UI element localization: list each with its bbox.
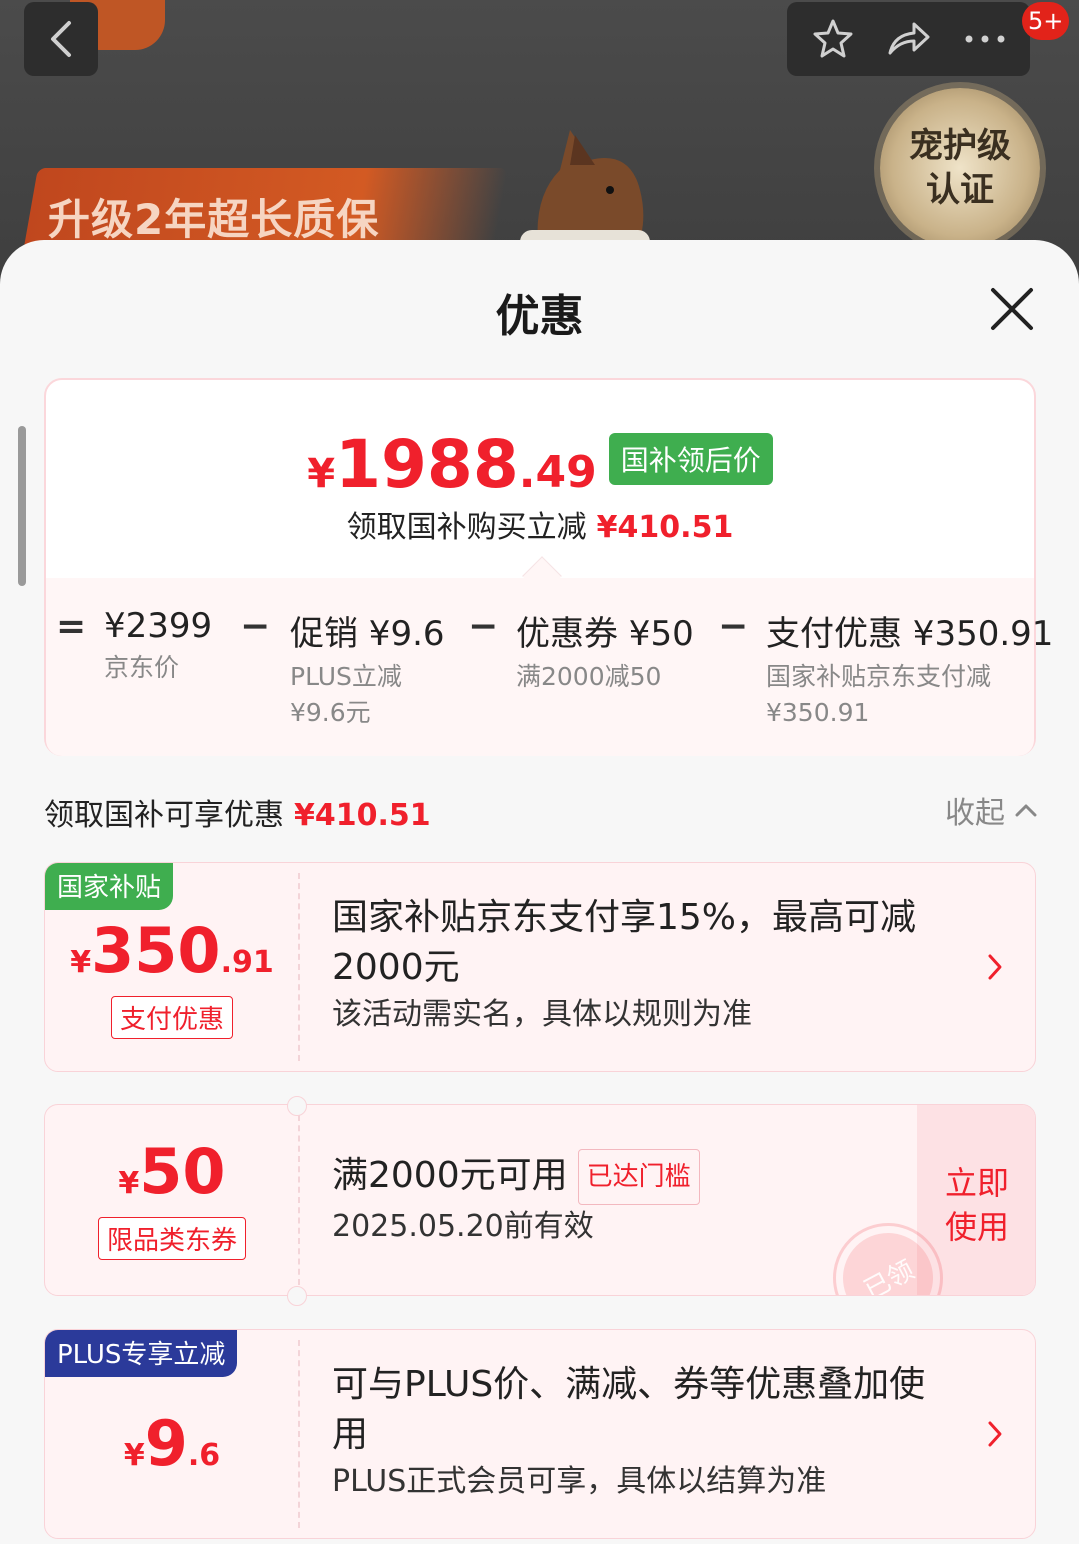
coupon-desc-line-2: 用 — [332, 1414, 369, 1455]
calc-item-payment: 支付优惠 ¥350.91 国家补贴京东支付减 ¥350.91 — [766, 606, 1053, 731]
coupon-card-subsidy[interactable]: ¥350.91 支付优惠 国家补贴 国家补贴京东支付享15%，最高可减 2000… — [44, 862, 1036, 1072]
chevron-left-icon — [51, 21, 71, 57]
calc-sub-2: ¥350.91 — [766, 698, 870, 727]
calc-value: ¥2399 — [104, 606, 213, 646]
price-breakdown: = ¥2399 京东价 − 促销 ¥9.6 PLUS立减 ¥9.6元 − 优惠券… — [46, 556, 1053, 756]
card-divider — [298, 873, 300, 1061]
coupon-amount-area: ¥50 限品类东券 — [45, 1105, 299, 1295]
breakdown-notch — [522, 556, 562, 596]
more-icon[interactable] — [963, 34, 1007, 44]
certification-seal: 宠护级 认证 — [880, 88, 1040, 248]
coupon-desc-line-2: 2000元 — [332, 947, 460, 988]
corner-tag-plus: PLUS专享立减 — [45, 1330, 238, 1377]
use-now-line-2: 使用 — [944, 1208, 1009, 1246]
coupon-details: 可与PLUS价、满减、券等优惠叠加使 用 PLUS正式会员可享，具体以结算为准 — [332, 1360, 925, 1504]
sheet-title: 优惠 — [495, 291, 584, 342]
price-summary-card: ¥1988.49 国补领后价 领取国补购买立减 ¥410.51 = ¥2399 京… — [44, 378, 1053, 756]
price-integer: 1988 — [335, 426, 519, 503]
amount-symbol: ¥ — [123, 1438, 145, 1473]
chevron-right-icon — [988, 1421, 1002, 1447]
message-badge: 5+ — [1022, 2, 1070, 40]
equals-sign: = — [56, 606, 87, 647]
cat-image — [520, 130, 650, 260]
calc-value: 优惠券 ¥50 — [516, 614, 694, 654]
use-now-button[interactable]: 立即 使用 — [945, 1161, 1009, 1249]
share-icon[interactable] — [886, 19, 932, 59]
save-label: 领取国补购买立减 — [346, 510, 587, 545]
collapse-label: 收起 — [945, 796, 1005, 831]
calc-sub: 京东价 — [104, 653, 180, 682]
seal-line-1: 宠护级 — [909, 126, 1011, 166]
threshold-reached-tag: 已达门槛 — [577, 1149, 700, 1205]
calc-item-jd-price: ¥2399 京东价 — [104, 606, 212, 686]
calc-sub: 满2000减50 — [516, 662, 662, 691]
amount-symbol: ¥ — [118, 1165, 140, 1201]
price-type-tag: 国补领后价 — [608, 432, 773, 485]
promo-banner-text: 升级2年超长质保 — [48, 195, 380, 244]
calc-value: 促销 ¥9.6 — [290, 614, 445, 654]
amount-decimal: .6 — [187, 1438, 221, 1473]
amount-integer: 50 — [139, 1134, 226, 1208]
coupon-details: 满2000元可用 已达门槛 2025.05.20前有效 — [332, 1149, 700, 1249]
coupon-card-jd-coupon: ¥50 限品类东券 满2000元可用 已达门槛 2025.05.20前有效 已领 … — [44, 1104, 1036, 1296]
seal-line-2: 认证 — [926, 170, 994, 210]
calc-item-coupon: 优惠券 ¥50 满2000减50 — [516, 606, 694, 695]
corner-tag-subsidy: 国家补贴 — [45, 863, 174, 910]
star-icon[interactable] — [811, 17, 855, 61]
minus-sign: − — [718, 606, 749, 647]
final-price-row: ¥1988.49 国补领后价 — [46, 426, 1034, 503]
coupon-desc-line: 满2000元可用 已达门槛 — [332, 1149, 700, 1205]
coupon-amount: ¥350.91 — [70, 919, 274, 982]
chevron-up-icon — [1015, 804, 1037, 817]
coupon-card-plus[interactable]: ¥9.6 PLUS专享立减 可与PLUS价、满减、券等优惠叠加使 用 PLUS正… — [44, 1329, 1036, 1539]
final-price: ¥1988.49 — [307, 426, 597, 503]
save-amount: ¥410.51 — [596, 510, 734, 545]
ticket-notch-bottom — [287, 1286, 307, 1306]
amount-decimal: .91 — [220, 944, 274, 980]
calc-sub: 国家补贴京东支付减 — [766, 662, 992, 691]
top-actions — [787, 2, 1030, 76]
calc-sub-2: ¥9.6元 — [290, 698, 371, 727]
amount-integer: 9 — [144, 1407, 188, 1480]
ticket-notch-top — [287, 1096, 307, 1116]
amount-integer: 350 — [91, 913, 221, 987]
coupon-validity: 2025.05.20前有效 — [332, 1209, 594, 1244]
back-button[interactable] — [24, 2, 98, 76]
section-amount: ¥410.51 — [294, 798, 431, 833]
coupon-details: 国家补贴京东支付享15%，最高可减 2000元 该活动需实名，具体以规则为准 — [332, 893, 916, 1037]
minus-sign: − — [468, 606, 499, 647]
close-icon[interactable] — [989, 286, 1035, 332]
coupon-desc-line-1: 可与PLUS价、满减、券等优惠叠加使 — [332, 1364, 926, 1405]
coupon-condition: 满2000元可用 — [332, 1155, 568, 1196]
coupon-note: PLUS正式会员可享，具体以结算为准 — [332, 1464, 827, 1499]
coupon-note: 该活动需实名，具体以规则为准 — [332, 997, 752, 1032]
calc-sub: PLUS立减 — [290, 662, 402, 691]
coupon-amount: ¥9.6 — [124, 1413, 220, 1475]
card-divider — [298, 1340, 300, 1528]
chevron-right-icon — [988, 954, 1002, 980]
calc-item-promotion: 促销 ¥9.6 PLUS立减 ¥9.6元 — [290, 606, 445, 731]
price-symbol: ¥ — [307, 451, 336, 497]
calc-value: 支付优惠 ¥350.91 — [766, 614, 1054, 654]
coupon-amount: ¥50 — [118, 1140, 225, 1203]
section-header: 领取国补可享优惠 ¥410.51 — [44, 790, 431, 834]
scroll-indicator[interactable] — [18, 426, 26, 586]
use-now-line-1: 立即 — [944, 1164, 1009, 1202]
minus-sign: − — [240, 606, 271, 647]
price-decimal: .49 — [518, 447, 597, 498]
amount-symbol: ¥ — [70, 944, 92, 980]
section-title: 领取国补可享优惠 — [44, 798, 284, 833]
coupon-type-tag: 限品类东券 — [97, 1216, 246, 1260]
coupon-desc-line-1: 国家补贴京东支付享15%，最高可减 — [332, 897, 917, 938]
discount-sheet: 优惠 ¥1988.49 国补领后价 领取国补购买立减 ¥410.51 = ¥239… — [0, 240, 1079, 1544]
collapse-button[interactable]: 收起 — [945, 788, 1037, 832]
coupon-type-tag: 支付优惠 — [110, 995, 233, 1039]
save-row: 领取国补购买立减 ¥410.51 — [46, 502, 1034, 546]
card-divider — [298, 1115, 300, 1285]
